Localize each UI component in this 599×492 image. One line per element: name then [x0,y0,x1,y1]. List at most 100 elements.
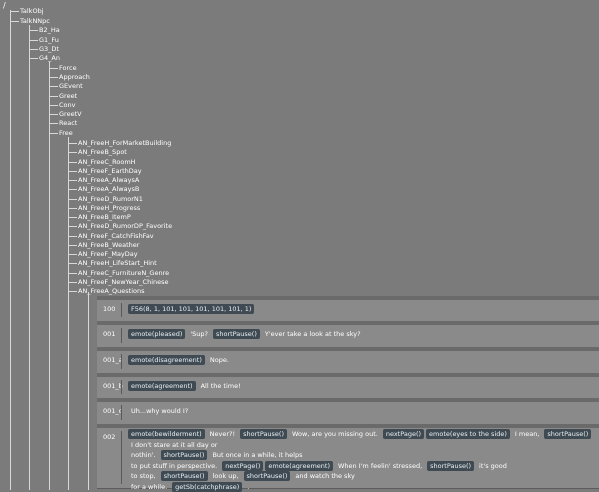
tree-connector [68,180,77,181]
panel-id: 001_a [103,356,123,364]
tree-connector [49,68,58,69]
tree-connector [49,123,58,124]
script-tag[interactable]: nextPage() [222,461,263,471]
tree-node-conv[interactable]: Conv [59,101,75,110]
tree-connector [49,62,50,490]
tree-node-force[interactable]: Force [59,64,77,73]
tree-node-an-freeb-weather[interactable]: AN_FreeB_Weather [78,241,139,250]
tree-node-an-freef-mayday[interactable]: AN_FreeF_MayDay [78,250,138,259]
panel-content[interactable]: emote(bewilderment)Never?!shortPause()Wo… [127,429,593,492]
tree-node-talkobj[interactable]: TalkObj [20,7,44,16]
tree-node-an-freef-newyear-chinese[interactable]: AN_FreeF_NewYear_Chinese [78,278,169,287]
tree-node-approach[interactable]: Approach [59,73,90,82]
tree-connector [10,10,11,490]
tree-node-b2_ha[interactable]: B2_Ha [39,26,60,35]
tree-connector [68,226,77,227]
panel-line: nothin'.shortPause()But once in a while,… [127,450,593,461]
script-tag[interactable]: shortPause() [213,329,260,339]
panel-line: emote(agreement)All the time! [127,380,593,392]
dialogue-text: I don't stare at it all day or [131,441,217,449]
tree-connector [68,171,77,172]
panel-content[interactable]: emote(pleased)'Sup?shortPause()Y'ever ta… [127,328,593,340]
tree-node-free[interactable]: Free [59,129,73,138]
panel-header-bar [97,348,599,351]
panel-id: 100 [103,305,115,313]
tree-node-react[interactable]: React [59,119,77,128]
tree-node-an-freeh-progress[interactable]: AN_FreeH_Progress [78,204,140,213]
tree-node-an-freef-catchfishfav[interactable]: AN_FreeF_CatchFishFav [78,232,154,241]
tree-connector [49,96,58,97]
panel-divider [121,431,122,484]
panel-content[interactable]: emote(agreement)All the time! [127,380,593,392]
tree-node-an-freeb-itemp[interactable]: AN_FreeB_ItemP [78,213,131,222]
tree-connector [68,254,77,255]
script-tag[interactable]: emote(disagreement) [128,355,205,365]
dialogue-panel[interactable]: 001emote(pleased)'Sup?shortPause()Y'ever… [97,321,599,348]
script-tag[interactable]: shortPause() [240,429,287,439]
tree-connector [49,86,58,87]
tree-connector [68,189,77,190]
tree-connector [68,137,69,490]
panel-header-bar [97,374,599,377]
panel-divider [121,328,122,343]
script-tag[interactable]: emote(agreement) [128,381,196,391]
tree-node-an-freeh-lifestart-hint[interactable]: AN_FreeH_LifeStart_Hint [78,259,157,268]
dialogue-text: to stop, [131,472,156,480]
panel-header-bar [97,399,599,402]
tree-node-talknnpc[interactable]: TalkNNpc [20,17,50,26]
script-tag[interactable]: emote(bewilderment) [128,429,205,439]
tree-connector [29,40,38,41]
dialogue-panel[interactable]: 100 F56(8, 1, 101, 101, 101, 101, 101, 1) [97,296,599,322]
script-tag[interactable]: emote(eyes to the side) [426,429,510,439]
tree-node-an-freef-earthday[interactable]: AN_FreeF_EarthDay [78,167,142,176]
tree-node-an-freed-rumorn1[interactable]: AN_FreeD_RumorN1 [78,195,143,204]
tree-node-g1_fu[interactable]: G1_Fu [39,36,59,45]
tree-node-an-freeh-formarketbuilding[interactable]: AN_FreeH_ForMarketBuilding [78,139,171,148]
tree-connector [68,208,77,209]
tree-connector [29,58,38,59]
script-tag[interactable]: shortPause() [244,471,291,481]
tree-node-g3_dt[interactable]: G3_Dt [39,45,59,54]
tree-node-gevent[interactable]: GEvent [59,82,83,91]
script-tag[interactable]: shortPause() [161,450,208,460]
tree-node-greetv[interactable]: GreetV [59,110,82,119]
panel-content[interactable]: F56(8, 1, 101, 101, 101, 101, 101, 1) [127,303,593,315]
tree-connector [49,133,58,134]
tree-connector [49,77,58,78]
dialogue-text: I mean, [515,430,539,438]
dialogue-text: to put stuff in perspective. [131,462,217,470]
script-tag[interactable]: F56(8, 1, 101, 101, 101, 101, 101, 1) [128,304,254,314]
dialogue-panel[interactable]: 001_a emote(disagreement)Nope. [97,347,599,374]
panel-header-bar [97,425,599,428]
script-tag[interactable]: shortPause() [161,471,208,481]
dialogue-text: and watch the sky [295,472,354,480]
panel-line: emote(disagreement)Nope. [127,354,593,366]
script-tag[interactable]: emote(pleased) [128,329,185,339]
tree-node-an-freec-furnituren-genre[interactable]: AN_FreeC_FurnitureN_Genre [78,269,169,278]
tree-connector [68,291,77,292]
tree-connector [10,11,19,12]
tree-node-an-freec-roomh[interactable]: AN_FreeC_RoomH [78,158,136,167]
panel-content[interactable]: emote(disagreement)Nope. [127,354,593,366]
dialogue-text: Wow, are you missing out. [292,430,378,438]
script-tag[interactable]: emote(agreement) [265,461,333,471]
tree-connector [29,25,30,490]
tree-connector [68,199,77,200]
script-tag[interactable]: nextPage() [383,429,424,439]
script-tag[interactable]: shortPause() [427,461,474,471]
dialogue-text: look up, [213,472,239,480]
tree-connector [49,114,58,115]
tree-node-an-freeb-spot[interactable]: AN_FreeB_Spot [78,148,127,157]
dialogue-panel[interactable]: 002emote(bewilderment)Never?!shortPause(… [97,424,599,489]
tree-node-an-freea-alwaysa[interactable]: AN_FreeA_AlwaysA [78,176,139,185]
tree-node-greet[interactable]: Greet [59,92,77,101]
tree-node-an-freed-rumordp-favorite[interactable]: AN_FreeD_RumorDP_Favorite [78,222,172,231]
panel-line: Uh...why would I? [127,405,593,417]
dialogue-text: 'Sup? [190,330,208,338]
tree-node-an-freea-alwaysb[interactable]: AN_FreeA_AlwaysB [78,185,139,194]
tree-connector [88,292,89,490]
dialogue-panel[interactable]: 001_bemote(agreement)All the time! [97,373,599,399]
panel-content[interactable]: Uh...why would I? [127,405,593,417]
dialogue-panel[interactable]: 001_cUh...why would I? [97,398,599,425]
script-tag[interactable]: shortPause() [544,429,591,439]
